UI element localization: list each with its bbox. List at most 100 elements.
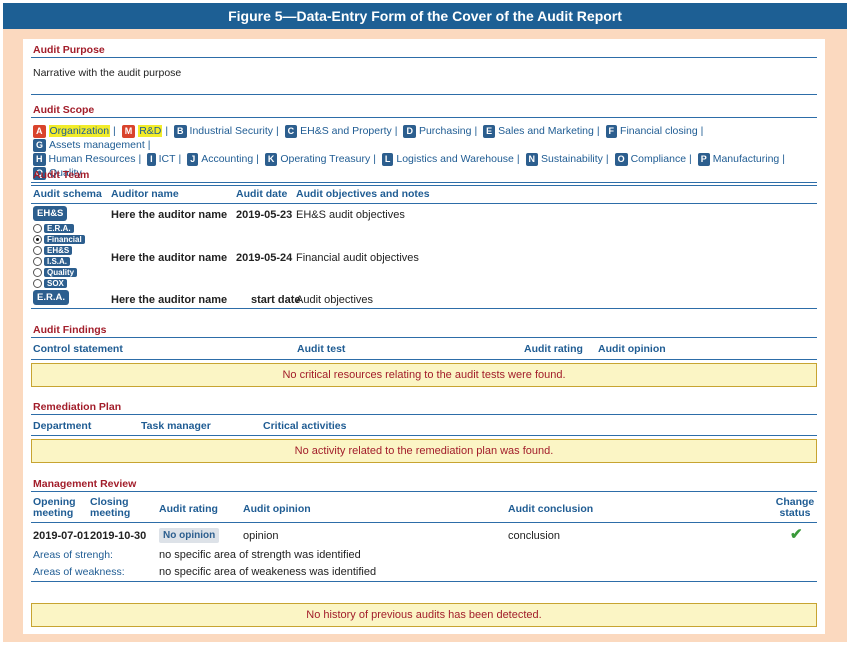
scope-code-badge: E	[483, 125, 496, 138]
schema-button[interactable]: E.R.A.	[33, 290, 69, 305]
audit-objectives[interactable]: Financial audit objectives	[296, 252, 419, 264]
opinion-text[interactable]: opinion	[243, 530, 278, 542]
auditor-name[interactable]: Here the auditor name	[111, 294, 227, 306]
scope-item[interactable]: A Organization	[33, 125, 111, 138]
scope-separator: |	[138, 153, 142, 165]
scope-separator: |	[782, 153, 785, 165]
schema-option-label: Quality	[44, 268, 78, 277]
audit-date[interactable]: 2019-05-23	[236, 209, 292, 221]
conclusion-text[interactable]: conclusion	[508, 530, 560, 542]
scope-item[interactable]: I ICT	[147, 153, 176, 166]
scope-separator: |	[256, 153, 259, 165]
scope-item[interactable]: H Human Resources	[33, 153, 136, 166]
schema-radio-option[interactable]: Quality	[33, 267, 85, 278]
scope-item[interactable]: P Manufacturing	[697, 153, 779, 166]
scope-item-label: Logistics and Warehouse	[396, 153, 514, 165]
rating-badge[interactable]: No opinion	[159, 528, 220, 543]
remediation-section: Remediation Plan Department Task manager…	[31, 400, 817, 436]
col-audit-opinion: Audit opinion	[598, 343, 666, 355]
scope-item-label: Purchasing	[418, 125, 472, 137]
scope-item[interactable]: C EH&S and Property	[284, 125, 392, 138]
scope-code-badge: O	[614, 153, 628, 166]
schema-radio-group: E.R.A. Financial EH&S I.S.A. Quality SOX	[33, 223, 85, 289]
col-closing-meeting: Closing meeting	[90, 496, 131, 519]
scope-separator: |	[516, 153, 520, 165]
scope-item[interactable]: L Logistics and Warehouse	[381, 153, 514, 166]
col-critical-activities: Critical activities	[263, 420, 347, 432]
radio-icon[interactable]	[33, 235, 42, 244]
col-audit-objectives: Audit objectives and notes	[296, 188, 430, 200]
scope-separator: |	[113, 125, 116, 137]
findings-section: Audit Findings Control statement Audit t…	[31, 323, 817, 360]
scope-item-label: R&D	[138, 125, 163, 137]
scope-item-label: Human Resources	[48, 153, 136, 165]
scope-separator: |	[605, 153, 609, 165]
schema-radio-option[interactable]: E.R.A.	[33, 223, 85, 234]
schema-radio-option[interactable]: I.S.A.	[33, 256, 85, 267]
scope-separator: |	[394, 125, 398, 137]
scope-item[interactable]: K Operating Treasury	[264, 153, 370, 166]
scope-code-badge: B	[174, 125, 187, 138]
schema-radio-option[interactable]: EH&S	[33, 245, 85, 256]
closing-date[interactable]: 2019-10-30	[90, 530, 146, 542]
scope-item[interactable]: N Sustainability	[525, 153, 603, 166]
scope-separator: |	[178, 153, 182, 165]
radio-icon[interactable]	[33, 224, 42, 233]
col-task-manager: Task manager	[141, 420, 211, 432]
scope-code-badge: H	[33, 153, 46, 166]
audit-objectives[interactable]: Audit objectives	[296, 294, 373, 306]
schema-radio-option[interactable]: Financial	[33, 234, 85, 245]
auditor-name[interactable]: Here the auditor name	[111, 209, 227, 221]
purpose-text[interactable]: Narrative with the audit purpose	[31, 58, 817, 94]
scope-item-label: Financial closing	[620, 125, 698, 137]
scope-item-label: Assets management	[49, 139, 145, 151]
scope-item-label: Sales and Marketing	[498, 125, 594, 137]
strength-text[interactable]: no specific area of strength was identif…	[159, 549, 361, 561]
col-audit-schema: Audit schema	[33, 188, 102, 200]
scope-item[interactable]: J Accounting	[187, 153, 254, 166]
scope-code-badge: L	[381, 153, 394, 166]
schema-radio-option[interactable]: SOX	[33, 278, 85, 289]
radio-icon[interactable]	[33, 279, 42, 288]
audit-objectives[interactable]: EH&S audit objectives	[296, 209, 405, 221]
scope-code-badge: N	[525, 153, 539, 166]
scope-item[interactable]: D Purchasing	[403, 125, 472, 138]
weakness-text[interactable]: no specific area of weakeness was identi…	[159, 566, 376, 578]
schema-option-label: Financial	[44, 235, 85, 244]
schema-option-label: EH&S	[44, 246, 73, 255]
scope-separator: |	[474, 125, 478, 137]
scope-item[interactable]: G Assets management	[33, 139, 145, 152]
scope-item-label: Compliance	[630, 153, 687, 165]
audit-date[interactable]: start date	[251, 294, 301, 306]
scope-code-badge: M	[121, 125, 136, 138]
review-section: Management Review Opening meeting Closing…	[31, 477, 817, 582]
scope-separator: |	[165, 125, 169, 137]
radio-icon[interactable]	[33, 246, 42, 255]
scope-separator: |	[689, 153, 692, 165]
schema-button[interactable]: EH&S	[33, 206, 68, 221]
col-audit-rating: Audit rating	[524, 343, 583, 355]
radio-icon[interactable]	[33, 257, 42, 266]
findings-notice: No critical resources relating to the au…	[31, 363, 817, 387]
col-opening-meeting: Opening meeting	[33, 496, 76, 519]
history-notice: No history of previous audits has been d…	[31, 603, 817, 627]
scope-item[interactable]: F Financial closing	[605, 125, 698, 138]
scope-item-label: Sustainability	[541, 153, 603, 165]
review-heading: Management Review	[31, 477, 817, 492]
scope-item[interactable]: O Compliance	[614, 153, 687, 166]
scope-item-label: ICT	[158, 153, 176, 165]
scope-item[interactable]: M R&D	[121, 125, 163, 138]
scope-code-badge: G	[33, 139, 47, 152]
auditor-name[interactable]: Here the auditor name	[111, 252, 227, 264]
scope-item-label: Accounting	[201, 153, 254, 165]
radio-icon[interactable]	[33, 268, 42, 277]
check-icon[interactable]: ✔	[790, 525, 803, 543]
form-panel: Audit Purpose Narrative with the audit p…	[23, 39, 825, 634]
opening-date[interactable]: 2019-07-01	[33, 530, 89, 542]
scope-code-badge: P	[697, 153, 710, 166]
scope-item[interactable]: B Industrial Security	[174, 125, 273, 138]
col-audit-test: Audit test	[297, 343, 346, 355]
audit-date[interactable]: 2019-05-24	[236, 252, 292, 264]
scope-code-badge: J	[187, 153, 199, 166]
scope-item[interactable]: E Sales and Marketing	[483, 125, 594, 138]
